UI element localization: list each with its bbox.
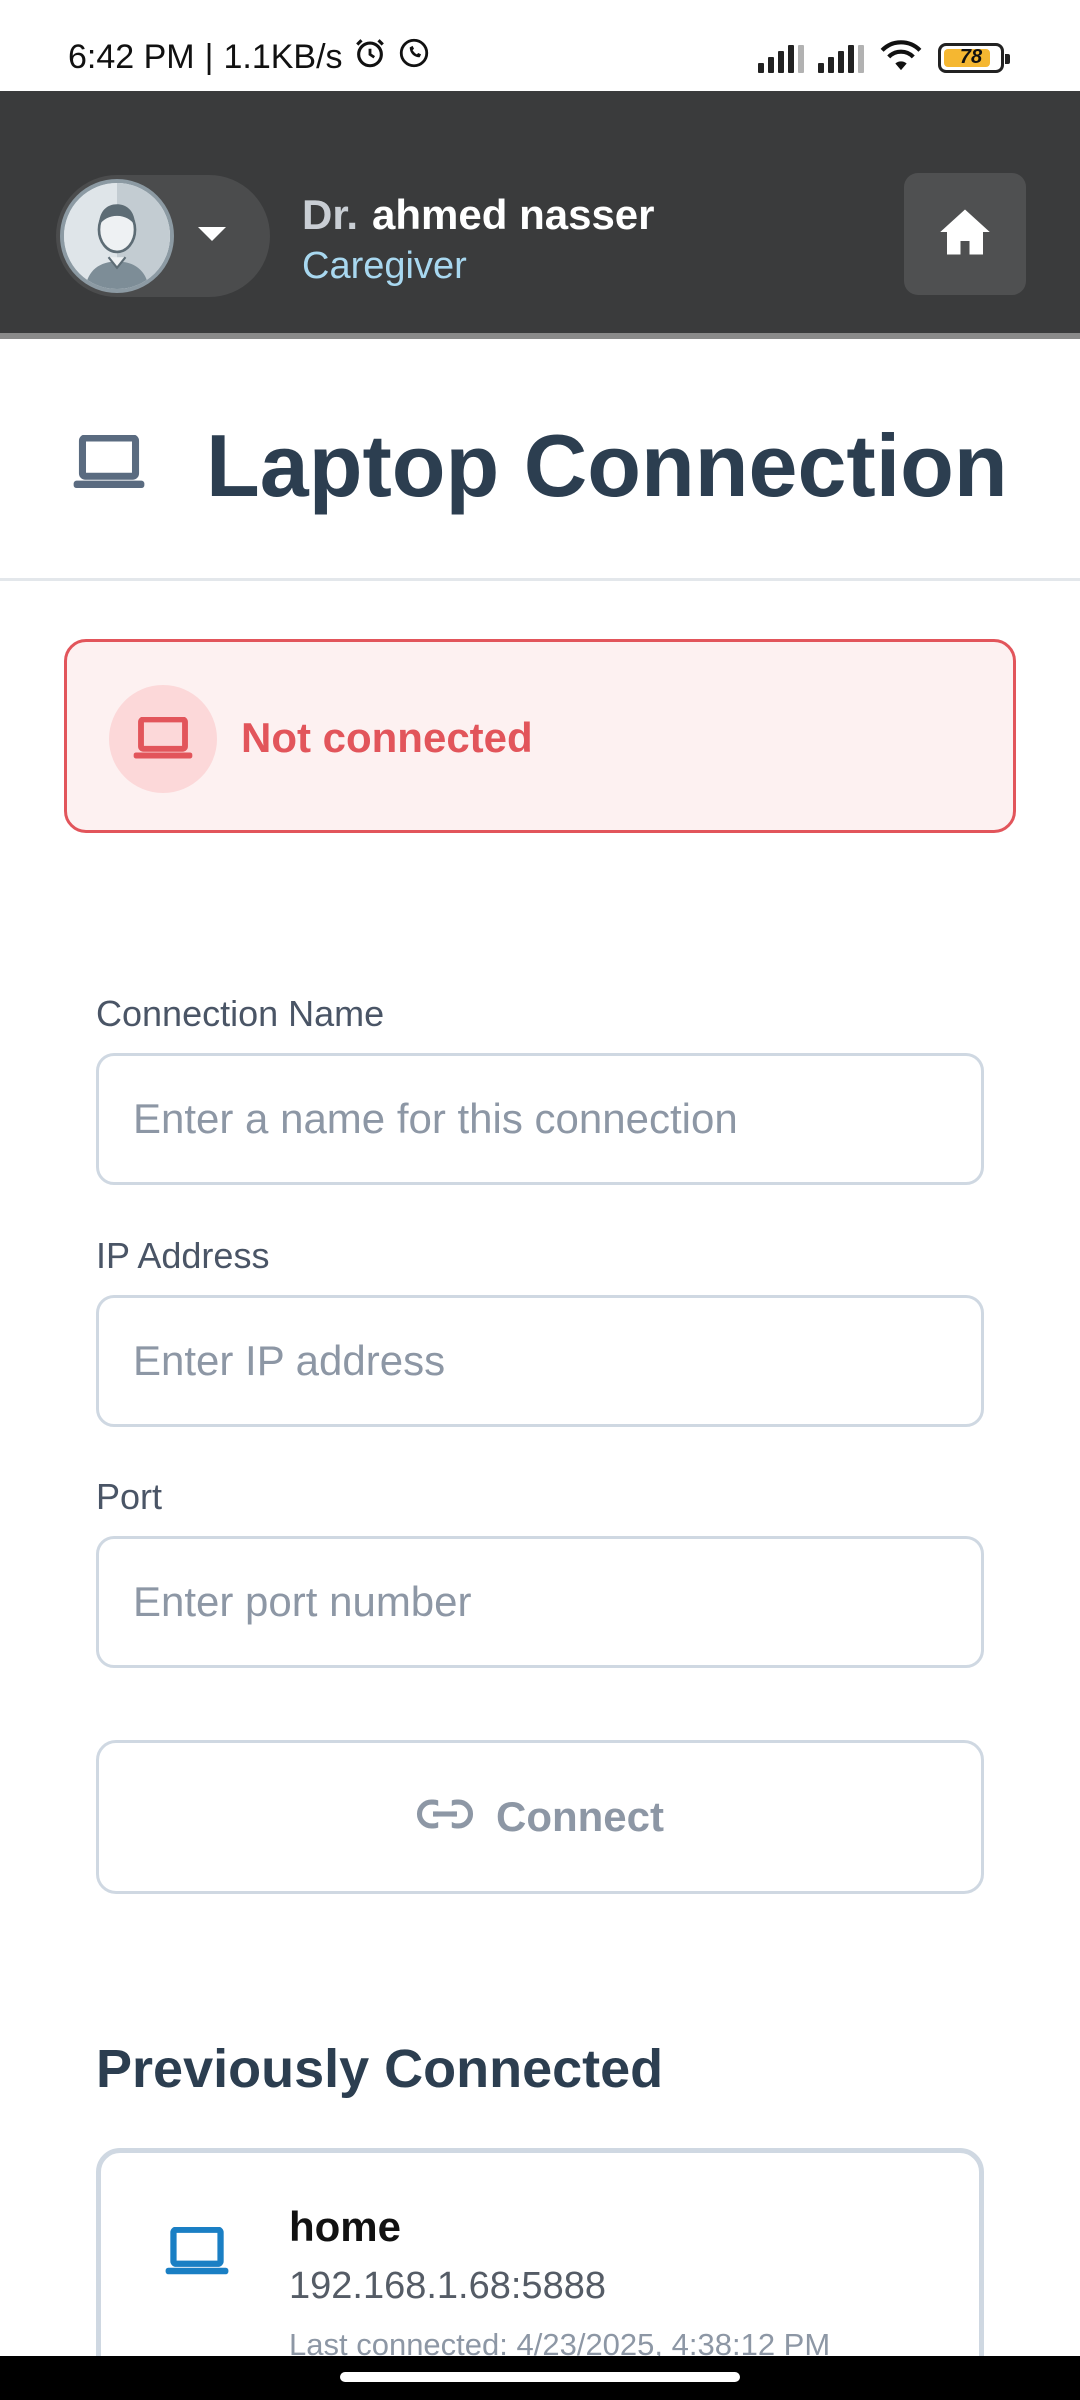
signal-icon: [818, 43, 864, 73]
battery-level: 78: [959, 46, 983, 68]
connect-button-label: Connect: [496, 1793, 664, 1840]
status-network-speed: 1.1KB/s: [223, 38, 343, 76]
laptop-icon: [163, 2226, 231, 2282]
previous-connection-address: 192.168.1.68:5888: [289, 2265, 606, 2307]
status-left: 6:42 PM | 1.1KB/s: [68, 36, 431, 79]
chevron-down-icon: [198, 227, 226, 241]
user-name: Dr. ahmed nasser: [302, 191, 655, 239]
avatar-icon: [60, 179, 174, 293]
home-icon: [938, 207, 992, 262]
connection-status-alert: Not connected: [64, 639, 1016, 833]
ip-address-label: IP Address: [96, 1235, 270, 1276]
name-prefix: Dr.: [302, 191, 359, 238]
connection-name-label: Connection Name: [96, 993, 385, 1034]
user-name-text: ahmed nasser: [372, 191, 655, 238]
status-separator: |: [204, 38, 214, 76]
wifi-icon: [878, 38, 924, 77]
status-bar: 6:42 PM | 1.1KB/s 78: [0, 0, 1080, 91]
app-header: Dr. ahmed nasser Caregiver: [0, 91, 1080, 339]
whatsapp-icon: [397, 36, 431, 79]
user-role: Caregiver: [302, 245, 467, 287]
connect-button[interactable]: Connect: [96, 1740, 984, 1894]
port-label: Port: [96, 1476, 163, 1517]
link-icon: [416, 1793, 474, 1841]
connection-status-text: Not connected: [241, 714, 533, 761]
status-right: 78: [758, 38, 1010, 77]
connection-name-input[interactable]: [96, 1053, 984, 1185]
previously-connected-heading: Previously Connected: [96, 2039, 664, 2099]
previous-connection-name: home: [289, 2203, 402, 2250]
laptop-icon: [109, 685, 217, 793]
laptop-icon: [70, 434, 148, 496]
status-time: 6:42 PM: [68, 38, 195, 76]
ip-address-input[interactable]: [96, 1295, 984, 1427]
gesture-handle[interactable]: [340, 2372, 740, 2382]
page-title-row: Laptop Connection: [0, 345, 1080, 581]
profile-menu-button[interactable]: [56, 175, 270, 297]
system-navigation-bar: [0, 2356, 1080, 2400]
page-title: Laptop Connection: [206, 416, 1008, 515]
port-input[interactable]: [96, 1536, 984, 1668]
signal-icon: [758, 43, 804, 73]
alarm-icon: [353, 36, 387, 79]
home-button[interactable]: [904, 173, 1026, 295]
battery-icon: 78: [938, 42, 1010, 73]
